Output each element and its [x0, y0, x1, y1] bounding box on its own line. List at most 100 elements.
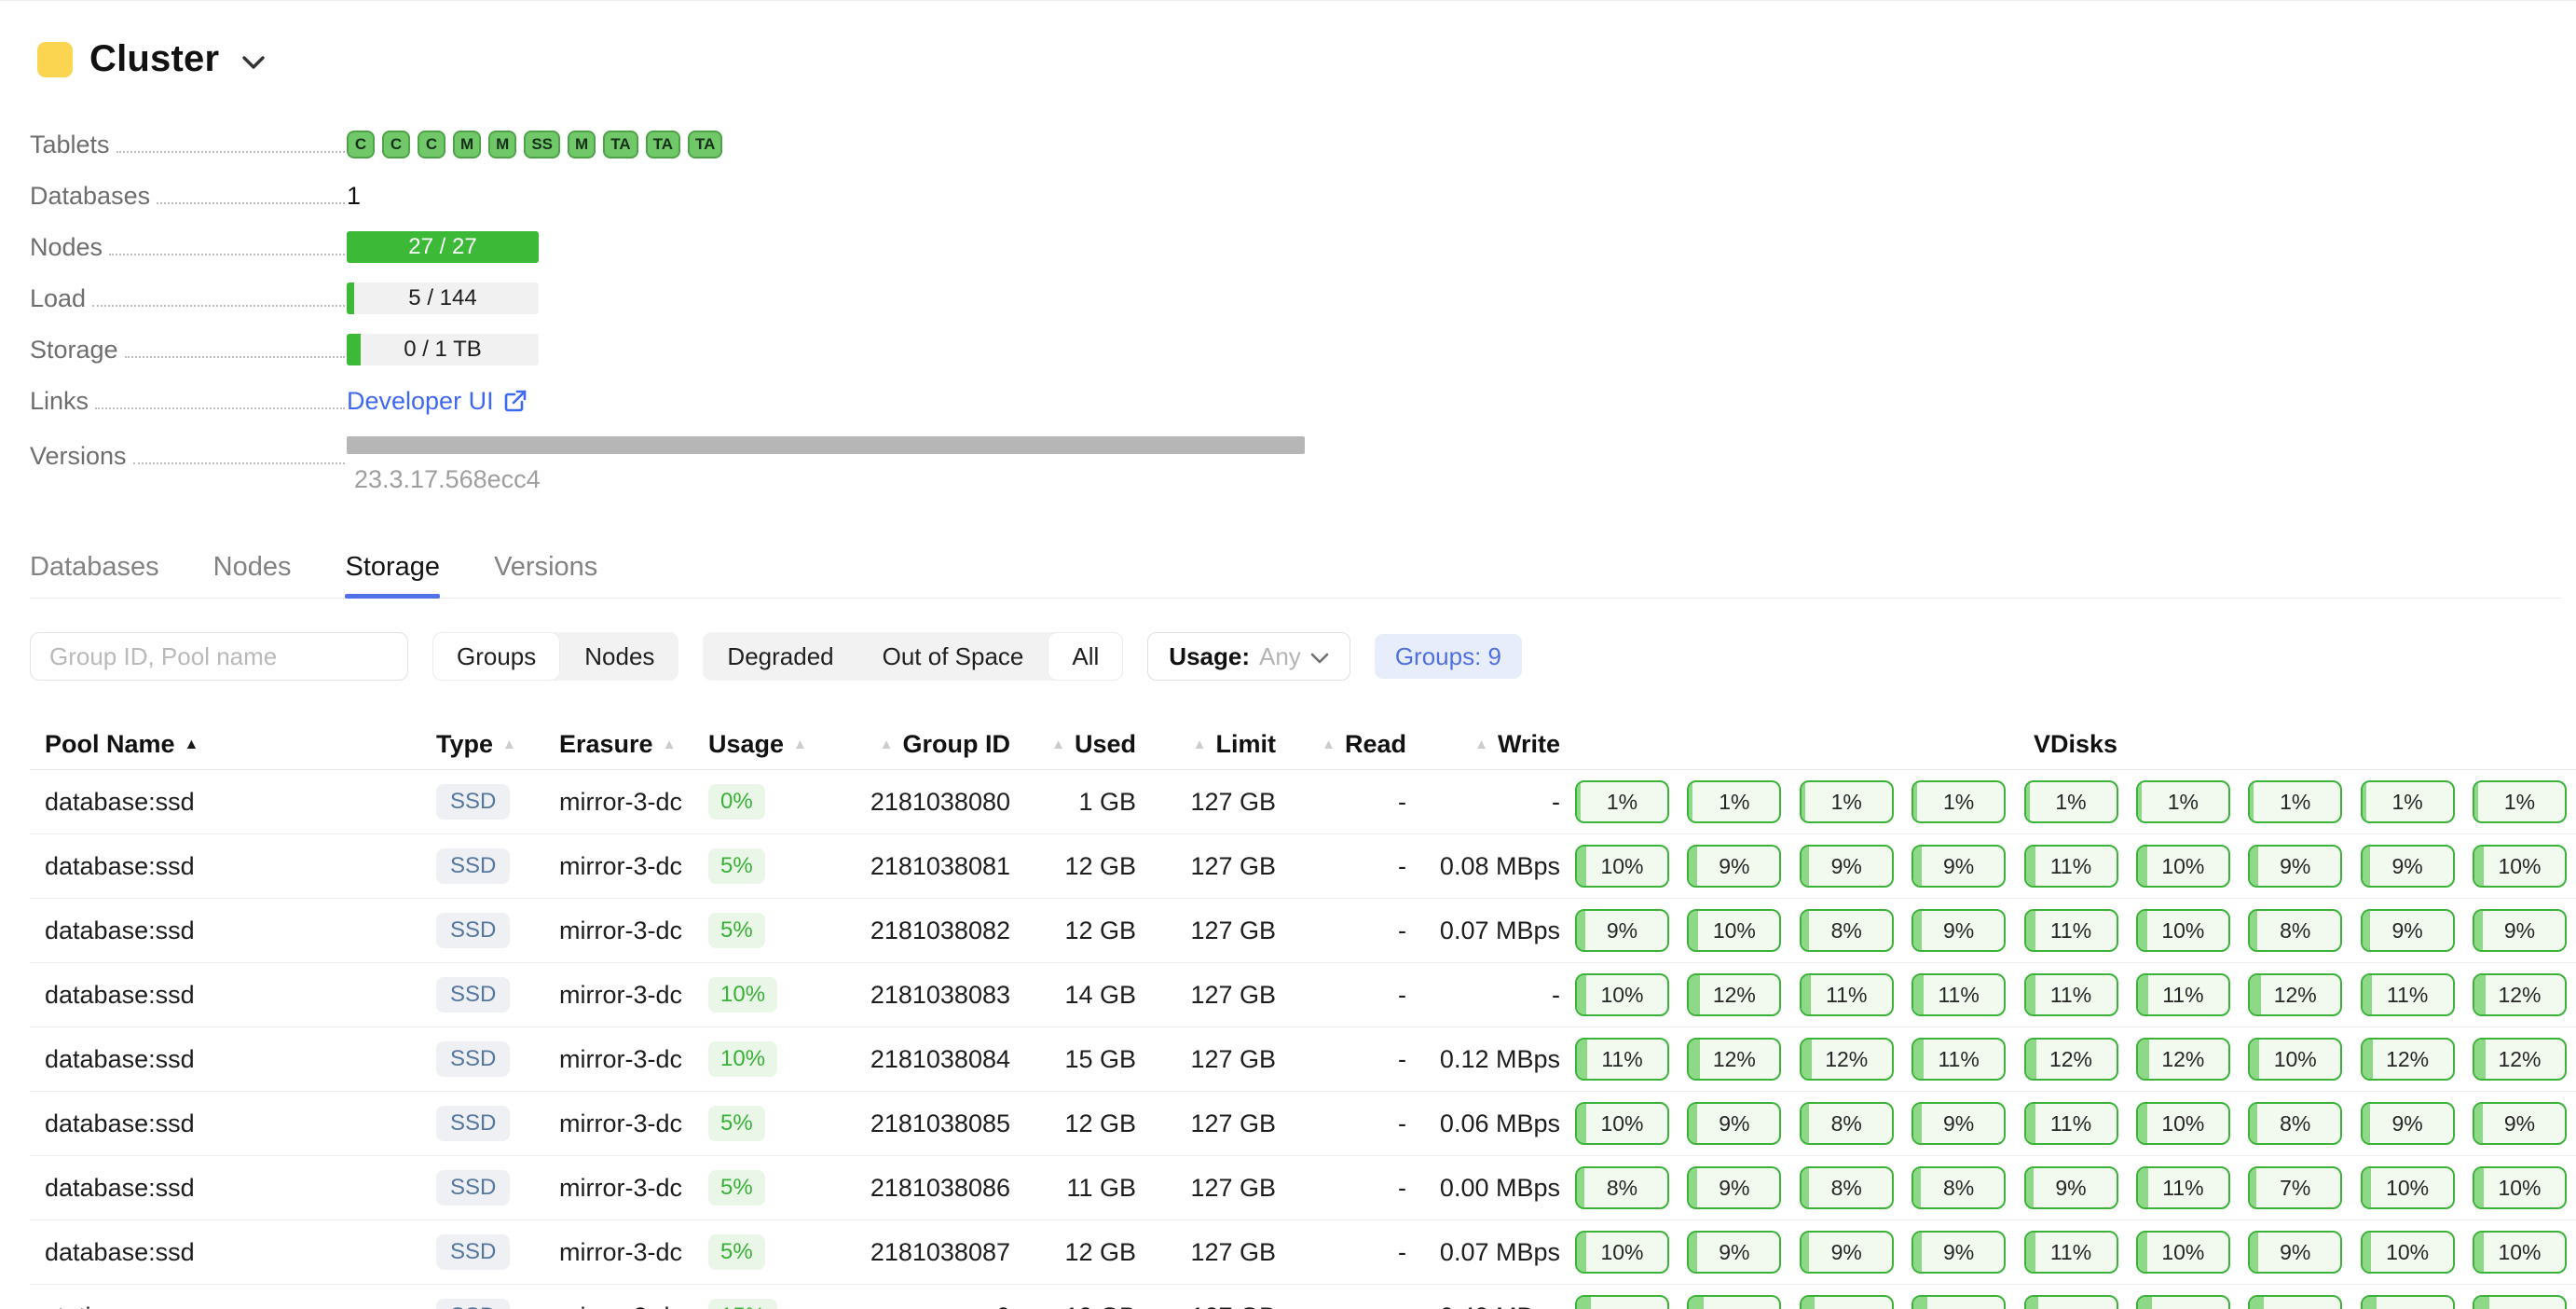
vdisk-cell[interactable]: 8% [1800, 909, 1894, 952]
developer-ui-link[interactable]: Developer UI [347, 387, 528, 416]
chevron-down-icon[interactable] [241, 55, 266, 70]
vdisk-cell[interactable]: 1% [1911, 780, 2006, 823]
tablet-badge[interactable]: M [488, 131, 516, 158]
vdisk-cell[interactable]: 11% [2136, 973, 2230, 1016]
vdisk-cell[interactable]: 8% [1911, 1166, 2006, 1209]
vdisk-cell[interactable]: 9% [1575, 909, 1669, 952]
vdisk-cell[interactable]: 11% [2024, 1102, 2118, 1145]
vdisk-cell[interactable]: 10% [2361, 1166, 2455, 1209]
vdisk-cell[interactable]: 15% [1911, 1295, 2006, 1309]
vdisk-cell[interactable]: 11% [2024, 1231, 2118, 1274]
vdisk-cell[interactable]: 16% [2136, 1295, 2230, 1309]
vdisk-cell[interactable]: 9% [2361, 845, 2455, 888]
tab-databases[interactable]: Databases [30, 552, 159, 598]
vdisk-cell[interactable]: 9% [2248, 845, 2342, 888]
vdisk-cell[interactable]: 9% [1800, 845, 1894, 888]
vdisk-cell[interactable]: 10% [1687, 909, 1781, 952]
vdisk-cell[interactable]: 9% [2473, 909, 2567, 952]
vdisk-cell[interactable]: 1% [2361, 780, 2455, 823]
entity-toggle-nodes[interactable]: Nodes [560, 632, 678, 681]
state-toggle-all[interactable]: All [1048, 632, 1123, 681]
column-header-pool-name[interactable]: Pool Name▲ [30, 730, 421, 759]
versions-bar[interactable] [347, 436, 1305, 454]
tablet-badge[interactable]: C [382, 131, 410, 158]
state-toggle-out-of-space[interactable]: Out of Space [858, 632, 1048, 681]
entity-toggle-groups[interactable]: Groups [432, 632, 560, 681]
tablet-badge[interactable]: TA [688, 131, 722, 158]
vdisk-cell[interactable]: 10% [1575, 1102, 1669, 1145]
vdisk-cell[interactable]: 1% [2024, 780, 2118, 823]
search-input[interactable] [30, 632, 408, 681]
vdisk-cell[interactable]: 9% [1687, 1166, 1781, 1209]
vdisk-cell[interactable]: 10% [2136, 1102, 2230, 1145]
vdisk-cell[interactable]: 9% [1911, 1231, 2006, 1274]
vdisk-cell[interactable]: 11% [2361, 973, 2455, 1016]
vdisk-cell[interactable]: 11% [2136, 1166, 2230, 1209]
vdisk-cell[interactable]: 12% [2248, 973, 2342, 1016]
vdisk-cell[interactable]: 12% [1687, 1038, 1781, 1081]
vdisk-cell[interactable]: 9% [1911, 845, 2006, 888]
vdisk-cell[interactable]: 11% [2024, 909, 2118, 952]
vdisk-cell[interactable]: 1% [2136, 780, 2230, 823]
vdisk-cell[interactable]: 12% [1687, 973, 1781, 1016]
column-header-erasure[interactable]: Erasure▲ [544, 730, 693, 759]
vdisk-cell[interactable]: 16% [2361, 1295, 2455, 1309]
groups-count-badge[interactable]: Groups: 9 [1375, 634, 1522, 679]
vdisk-cell[interactable]: 14% [2024, 1295, 2118, 1309]
tablet-badge[interactable]: TA [603, 131, 637, 158]
vdisk-cell[interactable]: 9% [1687, 845, 1781, 888]
vdisk-cell[interactable]: 8% [1800, 1102, 1894, 1145]
vdisk-cell[interactable]: 11% [1575, 1038, 1669, 1081]
column-header-group-id[interactable]: ▲Group ID [824, 730, 1010, 759]
vdisk-cell[interactable]: 11% [1800, 973, 1894, 1016]
vdisk-cell[interactable]: 15% [1800, 1295, 1894, 1309]
vdisk-cell[interactable]: 10% [2136, 909, 2230, 952]
column-header-read[interactable]: ▲Read [1276, 730, 1406, 759]
vdisk-cell[interactable]: 12% [2024, 1038, 2118, 1081]
vdisk-cell[interactable]: 11% [1911, 1038, 2006, 1081]
usage-filter-dropdown[interactable]: Usage: Any [1147, 632, 1350, 681]
vdisk-cell[interactable]: 9% [2248, 1231, 2342, 1274]
vdisk-cell[interactable]: 1% [1800, 780, 1894, 823]
vdisk-cell[interactable]: 15% [2248, 1295, 2342, 1309]
vdisk-cell[interactable]: 10% [1575, 845, 1669, 888]
column-header-used[interactable]: ▲Used [1010, 730, 1136, 759]
vdisk-cell[interactable]: 1% [1687, 780, 1781, 823]
vdisk-cell[interactable]: 16% [1687, 1295, 1781, 1309]
state-toggle-degraded[interactable]: Degraded [703, 632, 857, 681]
vdisk-cell[interactable]: 12% [2361, 1038, 2455, 1081]
vdisk-cell[interactable]: 10% [2473, 845, 2567, 888]
tab-nodes[interactable]: Nodes [213, 552, 292, 598]
vdisk-cell[interactable]: 9% [2473, 1102, 2567, 1145]
tablet-badge[interactable]: SS [524, 131, 560, 158]
vdisk-cell[interactable]: 1% [2473, 780, 2567, 823]
vdisk-cell[interactable]: 9% [1911, 909, 2006, 952]
vdisk-cell[interactable]: 8% [1575, 1166, 1669, 1209]
vdisk-cell[interactable]: 9% [2361, 909, 2455, 952]
tablet-badge[interactable]: M [453, 131, 481, 158]
vdisk-cell[interactable]: 15% [1575, 1295, 1669, 1309]
vdisk-cell[interactable]: 7% [2248, 1166, 2342, 1209]
tab-storage[interactable]: Storage [345, 552, 440, 598]
vdisk-cell[interactable]: 11% [2024, 845, 2118, 888]
vdisk-cell[interactable]: 10% [2361, 1231, 2455, 1274]
vdisk-cell[interactable]: 8% [2248, 1102, 2342, 1145]
vdisk-cell[interactable]: 9% [1687, 1231, 1781, 1274]
column-header-type[interactable]: Type▲ [421, 730, 544, 759]
column-header-usage[interactable]: Usage▲ [693, 730, 824, 759]
vdisk-cell[interactable]: 1% [2248, 780, 2342, 823]
vdisk-cell[interactable]: 16% [2473, 1295, 2567, 1309]
vdisk-cell[interactable]: 9% [2024, 1166, 2118, 1209]
vdisk-cell[interactable]: 8% [2248, 909, 2342, 952]
tablet-badge[interactable]: TA [646, 131, 680, 158]
vdisk-cell[interactable]: 10% [2248, 1038, 2342, 1081]
column-header-write[interactable]: ▲Write [1406, 730, 1560, 759]
vdisk-cell[interactable]: 10% [2473, 1166, 2567, 1209]
vdisk-cell[interactable]: 9% [2361, 1102, 2455, 1145]
vdisk-cell[interactable]: 12% [2473, 973, 2567, 1016]
vdisk-cell[interactable]: 10% [2473, 1231, 2567, 1274]
vdisk-cell[interactable]: 12% [1800, 1038, 1894, 1081]
vdisk-cell[interactable]: 9% [1800, 1231, 1894, 1274]
vdisk-cell[interactable]: 8% [1800, 1166, 1894, 1209]
tablet-badge[interactable]: C [347, 131, 375, 158]
